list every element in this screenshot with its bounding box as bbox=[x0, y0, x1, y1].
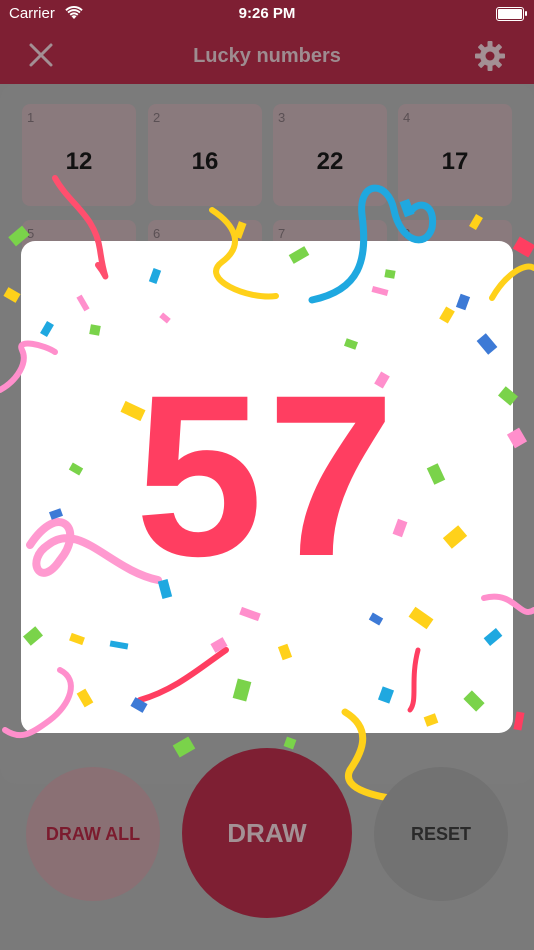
gear-icon[interactable] bbox=[474, 40, 506, 72]
page-title: Lucky numbers bbox=[193, 45, 341, 67]
result-modal[interactable]: 57 bbox=[21, 241, 513, 733]
number-tile[interactable]: 1 12 bbox=[22, 104, 136, 206]
tile-index: 5 bbox=[27, 226, 35, 241]
tile-index: 3 bbox=[278, 110, 286, 125]
tile-index: 1 bbox=[27, 110, 35, 125]
tile-value: 12 bbox=[65, 148, 93, 175]
reset-button[interactable]: RESET bbox=[374, 767, 508, 901]
status-time: 9:26 PM bbox=[238, 5, 296, 22]
tile-index: 7 bbox=[278, 226, 286, 241]
drawn-number: 57 bbox=[135, 347, 399, 604]
tile-value: 16 bbox=[191, 148, 219, 175]
draw-all-button[interactable]: DRAW ALL bbox=[26, 767, 160, 901]
number-tile[interactable]: 2 16 bbox=[148, 104, 262, 206]
number-tile[interactable]: 3 22 bbox=[273, 104, 387, 206]
tile-index: 8 bbox=[403, 226, 411, 241]
nav-bar: Lucky numbers bbox=[0, 28, 534, 84]
tile-index: 2 bbox=[153, 110, 161, 125]
battery-icon bbox=[496, 7, 527, 21]
tile-value: 17 bbox=[441, 148, 469, 175]
tile-index: 6 bbox=[153, 226, 161, 241]
draw-button[interactable]: DRAW bbox=[182, 748, 352, 918]
number-tile[interactable]: 4 17 bbox=[398, 104, 512, 206]
tile-value: 22 bbox=[316, 148, 344, 175]
status-bar: Carrier 9:26 PM bbox=[0, 0, 534, 28]
tile-index: 4 bbox=[403, 110, 411, 125]
